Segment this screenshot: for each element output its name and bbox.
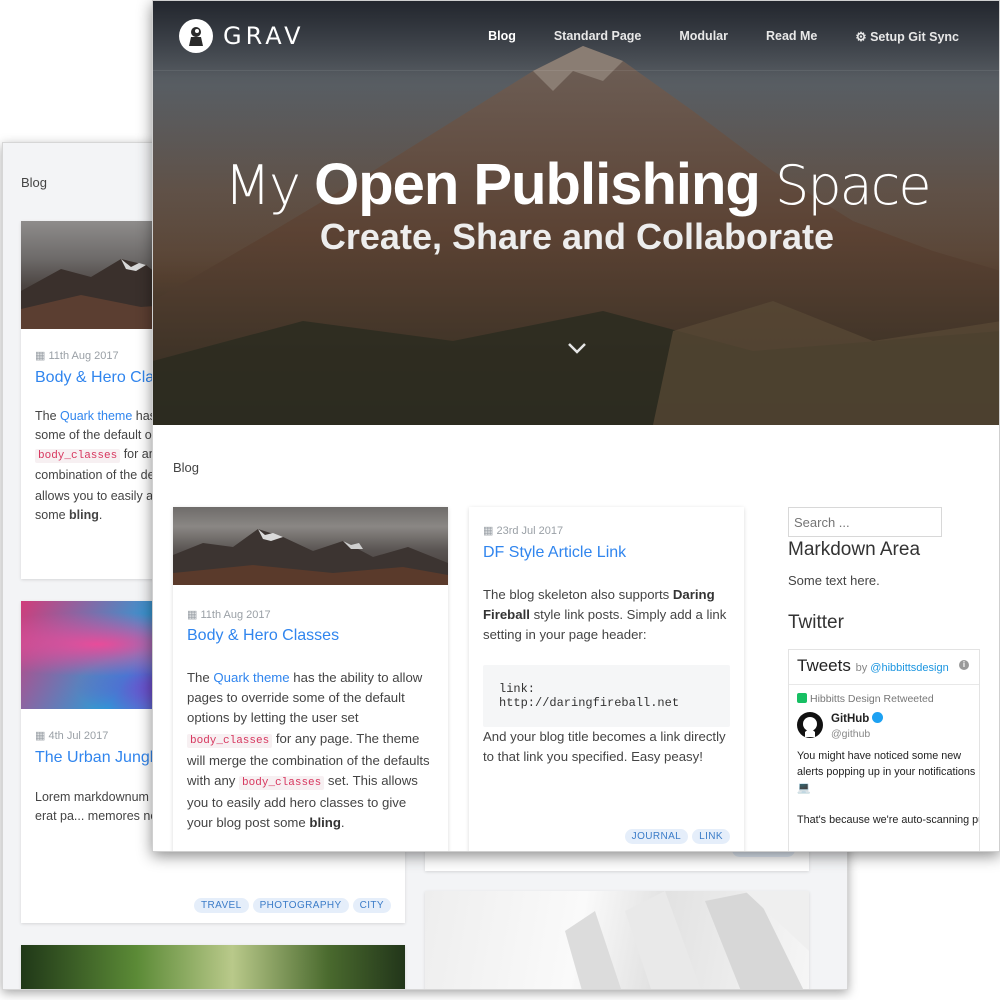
markdown-area-text: Some text here.	[788, 573, 880, 588]
tag-journal[interactable]: JOURNAL	[624, 829, 689, 844]
code-block: link: http://daringfireball.net	[483, 665, 730, 727]
nav-setup-git-sync[interactable]: ⚙ Setup Git Sync	[855, 29, 959, 44]
retweet-label: Hibbitts Design Retweeted	[797, 693, 934, 705]
blog-card-body-hero[interactable]: ▦ 11th Aug 2017 Body & Hero Classes The …	[173, 507, 448, 851]
main-nav: Blog Standard Page Modular Read Me ⚙ Set…	[450, 29, 959, 44]
gear-icon: ⚙	[855, 30, 867, 44]
post-date: ▦ 11th Aug 2017	[35, 350, 119, 362]
markdown-area-heading: Markdown Area	[788, 539, 921, 560]
retweet-icon	[797, 693, 807, 703]
blog-card-architecture[interactable]	[425, 891, 809, 989]
tag-link[interactable]: LINK	[692, 829, 730, 844]
hero-subtitle: Create, Share and Collaborate	[319, 216, 835, 257]
blog-content-area: Blog ▦ 11th Aug 2017 Body & Hero Classes…	[153, 425, 999, 851]
github-octocat-icon	[798, 713, 822, 737]
tweet-author-handle[interactable]: @github	[831, 728, 870, 740]
blog-card-moss[interactable]	[21, 945, 405, 989]
post-excerpt-continued: And your blog title becomes a link direc…	[483, 729, 726, 765]
post-date: ▦ 11th Aug 2017	[187, 609, 271, 621]
astronaut-icon	[179, 19, 213, 53]
quark-theme-link[interactable]: Quark theme	[213, 670, 289, 685]
post-date: ▦ 4th Jul 2017	[35, 730, 109, 742]
inline-code: body_classes	[35, 449, 121, 463]
front-browser-window[interactable]: GRAV Blog Standard Page Modular Read Me …	[152, 0, 1000, 852]
card-image-mountain[interactable]	[173, 507, 448, 585]
calendar-icon: ▦	[35, 350, 46, 362]
verified-badge-icon	[872, 712, 884, 723]
top-navbar: GRAV Blog Standard Page Modular Read Me …	[153, 1, 999, 71]
screenshot-stage: Blog ▦ 11th Aug 2017 Body & Hero Classes…	[0, 0, 1000, 1000]
post-title-link[interactable]: Body & Hero Classes	[187, 627, 339, 645]
tag-city[interactable]: CITY	[352, 898, 391, 913]
tag-travel[interactable]: TRAVEL	[194, 898, 249, 913]
post-title-link[interactable]: The Urban Jungle	[35, 749, 162, 767]
architecture-illustration	[565, 891, 809, 989]
nav-standard-page[interactable]: Standard Page	[554, 29, 642, 44]
tweets-header: Tweets by @hibbittsdesign	[797, 656, 949, 675]
nav-modular[interactable]: Modular	[679, 29, 728, 44]
post-excerpt: The blog skeleton also supports Daring F…	[483, 587, 727, 643]
nav-blog[interactable]: Blog	[488, 29, 516, 44]
github-avatar[interactable]	[797, 712, 823, 738]
post-date: ▦ 23rd Jul 2017	[483, 525, 564, 537]
post-tags: TRAVEL PHOTOGRAPHY CITY	[190, 895, 391, 913]
twitter-timeline-widget[interactable]: Tweets by @hibbittsdesign i Hibbitts Des…	[788, 649, 980, 851]
blog-card-df-style[interactable]: ▦ 23rd Jul 2017 DF Style Article Link Th…	[469, 507, 744, 851]
grav-logo[interactable]: GRAV	[179, 19, 305, 53]
breadcrumb[interactable]: Blog	[21, 175, 47, 190]
hero-title: My Open Publishing Space	[224, 152, 931, 217]
hibbittsdesign-link[interactable]: @hibbittsdesign	[870, 662, 948, 674]
tweet-author-name[interactable]: GitHub	[831, 712, 884, 725]
twitter-heading: Twitter	[788, 612, 844, 633]
calendar-icon: ▦	[35, 730, 46, 742]
breadcrumb[interactable]: Blog	[173, 460, 199, 475]
post-title-link[interactable]: DF Style Article Link	[483, 544, 626, 562]
calendar-icon: ▦	[483, 525, 494, 537]
quark-theme-link[interactable]: Quark theme	[60, 409, 132, 423]
tag-photography[interactable]: PHOTOGRAPHY	[252, 898, 349, 913]
divider	[789, 684, 979, 685]
nav-read-me[interactable]: Read Me	[766, 29, 817, 44]
mountain-illustration	[173, 529, 448, 585]
logo-text: GRAV	[223, 22, 305, 50]
inline-code: body_classes	[239, 776, 325, 791]
inline-code: body_classes	[187, 733, 273, 748]
calendar-icon: ▦	[187, 609, 198, 621]
post-tags: JOURNAL LINK	[621, 826, 730, 844]
post-excerpt: The Quark theme has the ability to allow…	[187, 670, 430, 831]
tweet-text: You might have noticed some new alerts p…	[797, 750, 979, 826]
search-input[interactable]	[788, 507, 942, 537]
card-image-moss[interactable]	[21, 945, 405, 989]
info-icon[interactable]: i	[959, 660, 969, 670]
hero-section: GRAV Blog Standard Page Modular Read Me …	[153, 1, 999, 425]
chevron-down-icon[interactable]	[567, 341, 587, 360]
